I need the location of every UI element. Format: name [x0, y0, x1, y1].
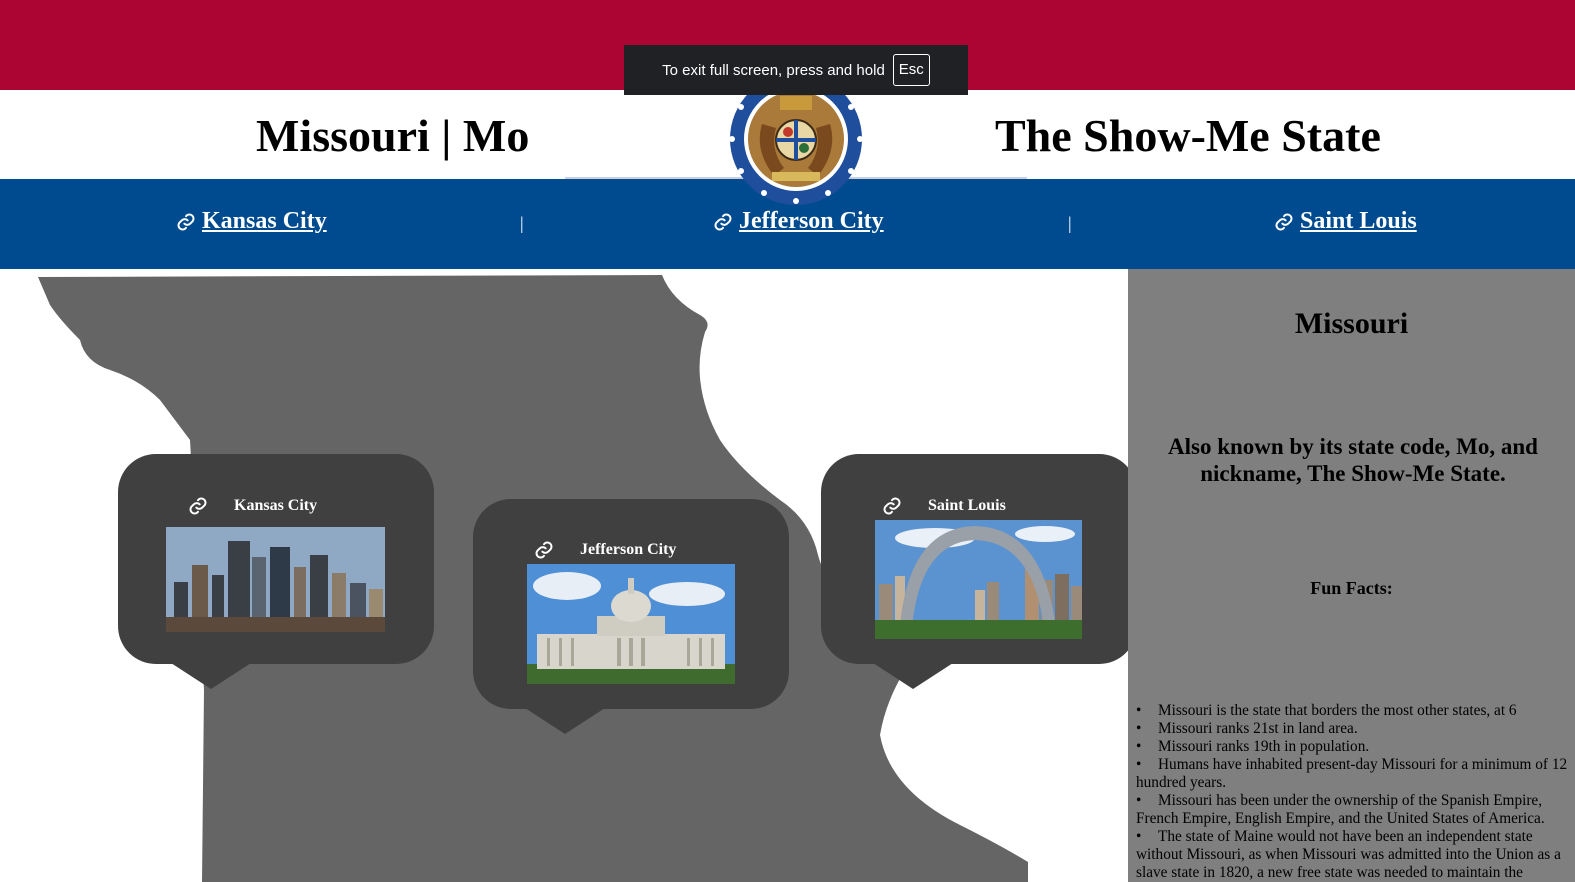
popup-label: Kansas City — [234, 497, 318, 514]
jefferson-city-capitol-image — [527, 564, 735, 684]
nav-link-label: Saint Louis — [1300, 208, 1417, 234]
popup-label: Saint Louis — [928, 497, 1006, 514]
nav-link-label: Jefferson City — [739, 208, 884, 234]
popup-label: Jefferson City — [580, 541, 677, 558]
nav-separator: | — [520, 213, 524, 233]
esc-key-badge: Esc — [892, 54, 930, 86]
nav-separator: | — [1068, 213, 1072, 233]
popup-pointer — [873, 663, 953, 689]
popup-link-jefferson-city[interactable]: Jefferson City — [534, 540, 676, 560]
info-sidebar: Missouri Also known by its state code, M… — [1128, 269, 1575, 882]
sidebar-subtitle: Also known by its state code, Mo, and ni… — [1168, 434, 1538, 486]
nav-link-label: Kansas City — [202, 208, 327, 234]
fullscreen-notice-text: To exit full screen, press and hold — [662, 61, 885, 79]
link-icon — [1275, 213, 1293, 230]
link-icon — [714, 213, 732, 230]
sidebar-title: Missouri — [1294, 307, 1409, 340]
fact-item: • Missouri ranks 19th in population. — [1136, 738, 1370, 755]
fact-item: • The state of Maine would not have been … — [1136, 828, 1561, 881]
popup-pointer — [525, 708, 605, 734]
fact-item: • Humans have inhabited present-day Misso… — [1136, 756, 1568, 791]
nav-link-jefferson-city[interactable]: Jefferson City — [713, 208, 884, 235]
fact-item: • Missouri has been under the ownership o… — [1136, 792, 1545, 827]
link-icon — [883, 497, 901, 515]
popup-link-kansas-city[interactable]: Kansas City — [188, 496, 317, 516]
page-title: Missouri | Mo — [256, 110, 530, 161]
link-icon — [535, 541, 553, 559]
state-nickname: The Show-Me State — [995, 110, 1381, 161]
fact-item: • Missouri is the state that borders the … — [1136, 702, 1517, 719]
fun-facts-heading: Fun Facts: — [1310, 578, 1393, 598]
fullscreen-exit-notice: To exit full screen, press and hold Esc — [624, 45, 968, 95]
saint-louis-arch-image — [875, 520, 1082, 639]
nav-link-kansas-city[interactable]: Kansas City — [176, 208, 327, 235]
link-icon — [177, 213, 195, 230]
popup-link-saint-louis[interactable]: Saint Louis — [882, 496, 1006, 516]
kansas-city-skyline-image — [166, 527, 385, 632]
link-icon — [189, 497, 207, 515]
nav-link-saint-louis[interactable]: Saint Louis — [1274, 208, 1417, 235]
fact-item: • Missouri ranks 21st in land area. — [1136, 720, 1358, 737]
fun-facts-list: • Missouri is the state that borders the … — [1136, 702, 1575, 882]
popup-pointer — [171, 663, 251, 689]
